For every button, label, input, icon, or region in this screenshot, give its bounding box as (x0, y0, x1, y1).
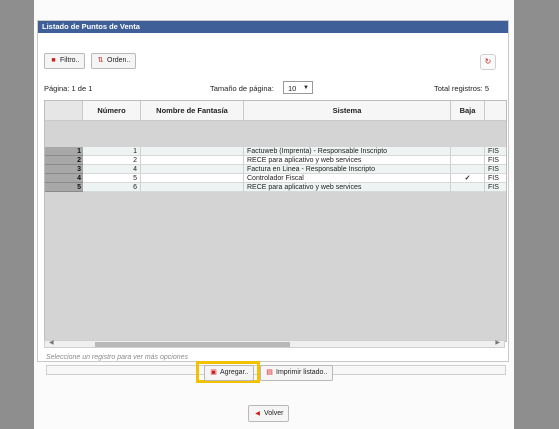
table-row[interactable]: 2 2 RECE para aplicativo y web services … (45, 156, 506, 165)
grid-corner (45, 101, 83, 121)
page: Listado de Puntos de Venta ■ Filtro.. ⇅ Or… (34, 0, 514, 429)
scroll-left-icon[interactable]: ◀ (49, 339, 54, 346)
row-number: 3 (45, 165, 83, 174)
add-button[interactable]: ▣ Agregar.. (204, 365, 255, 381)
cell-baja (451, 165, 485, 174)
table-row[interactable]: 4 5 Controlador Fiscal ✓ FIS (45, 174, 506, 183)
back-arrow-icon: ◀ (255, 411, 260, 417)
print-list-button[interactable]: ▤ Imprimir listado.. (260, 365, 334, 381)
cell-fantasia (141, 165, 244, 174)
filter-button-label: Filtro.. (60, 57, 80, 64)
cell-numero: 6 (83, 183, 141, 192)
filter-icon: ■ (51, 57, 56, 64)
scroll-right-icon[interactable]: ▶ (495, 339, 500, 346)
cell-numero: 5 (83, 174, 141, 183)
horizontal-scrollbar[interactable]: ◀ ▶ (44, 340, 505, 348)
cell-extra: FIS (485, 156, 506, 165)
page-size-select[interactable]: 10 ▼ (283, 81, 313, 94)
column-header-extra[interactable] (485, 101, 506, 121)
cell-baja-check: ✓ (451, 174, 485, 183)
add-button-label: Agregar.. (220, 369, 249, 376)
page-indicator: Página: 1 de 1 (44, 84, 93, 93)
cell-extra: FIS (485, 183, 506, 192)
row-number: 1 (45, 147, 83, 156)
cell-sistema: RECE para aplicativo y web services (244, 183, 451, 192)
panel-title: Listado de Puntos de Venta (38, 21, 508, 33)
table-row[interactable]: 1 1 Factuweb (Imprenta) - Responsable In… (45, 147, 506, 156)
cell-baja (451, 147, 485, 156)
filter-button[interactable]: ■ Filtro.. (44, 53, 86, 69)
cell-sistema: Controlador Fiscal (244, 174, 451, 183)
table-row[interactable]: 5 6 RECE para aplicativo y web services … (45, 183, 506, 192)
cell-sistema: Factuweb (Imprenta) - Responsable Inscri… (244, 147, 451, 156)
refresh-button[interactable]: ↻ (480, 54, 496, 70)
cell-extra: FIS (485, 147, 506, 156)
sort-icon: ⇅ (97, 57, 104, 64)
cell-fantasia (141, 156, 244, 165)
cell-fantasia (141, 147, 244, 156)
chevron-down-icon: ▼ (303, 85, 309, 91)
printer-icon: ▤ (266, 369, 273, 376)
total-records: Total registros: 5 (434, 84, 490, 93)
row-number: 4 (45, 174, 83, 183)
cell-baja (451, 156, 485, 165)
cell-extra: FIS (485, 174, 506, 183)
order-button-label: Orden.. (107, 57, 131, 64)
cell-sistema: RECE para aplicativo y web services (244, 156, 451, 165)
column-header-baja[interactable]: Baja (451, 101, 485, 121)
cell-numero: 2 (83, 156, 141, 165)
back-button-label: Volver (264, 410, 284, 417)
document-add-icon: ▣ (210, 369, 217, 376)
column-header-numero[interactable]: Número (83, 101, 141, 121)
cell-numero: 4 (83, 165, 141, 174)
column-header-sistema[interactable]: Sistema (244, 101, 451, 121)
listing-panel: Listado de Puntos de Venta ■ Filtro.. ⇅ Or… (37, 20, 509, 375)
column-header-fantasia[interactable]: Nombre de Fantasía (141, 101, 244, 121)
cell-sistema: Factura en Linea - Responsable Inscripto (244, 165, 451, 174)
data-grid: Número Nombre de Fantasía Sistema Baja 1… (44, 100, 507, 342)
row-number: 2 (45, 156, 83, 165)
cell-baja (451, 183, 485, 192)
cell-numero: 1 (83, 147, 141, 156)
page-size-label: Tamaño de página: (210, 84, 274, 93)
print-list-button-label: Imprimir listado.. (276, 369, 328, 376)
row-number: 5 (45, 183, 83, 192)
scrollbar-thumb[interactable] (95, 342, 290, 347)
table-row[interactable]: 3 4 Factura en Linea - Responsable Inscr… (45, 165, 506, 174)
selection-hint: Seleccione un registro para ver más opci… (46, 354, 189, 361)
cell-fantasia (141, 183, 244, 192)
cell-extra: FIS (485, 165, 506, 174)
order-button[interactable]: ⇅ Orden.. (91, 53, 137, 69)
back-button[interactable]: ◀ Volver (248, 405, 290, 422)
page-size-value: 10 (288, 84, 297, 93)
cell-fantasia (141, 174, 244, 183)
refresh-icon: ↻ (484, 57, 492, 66)
